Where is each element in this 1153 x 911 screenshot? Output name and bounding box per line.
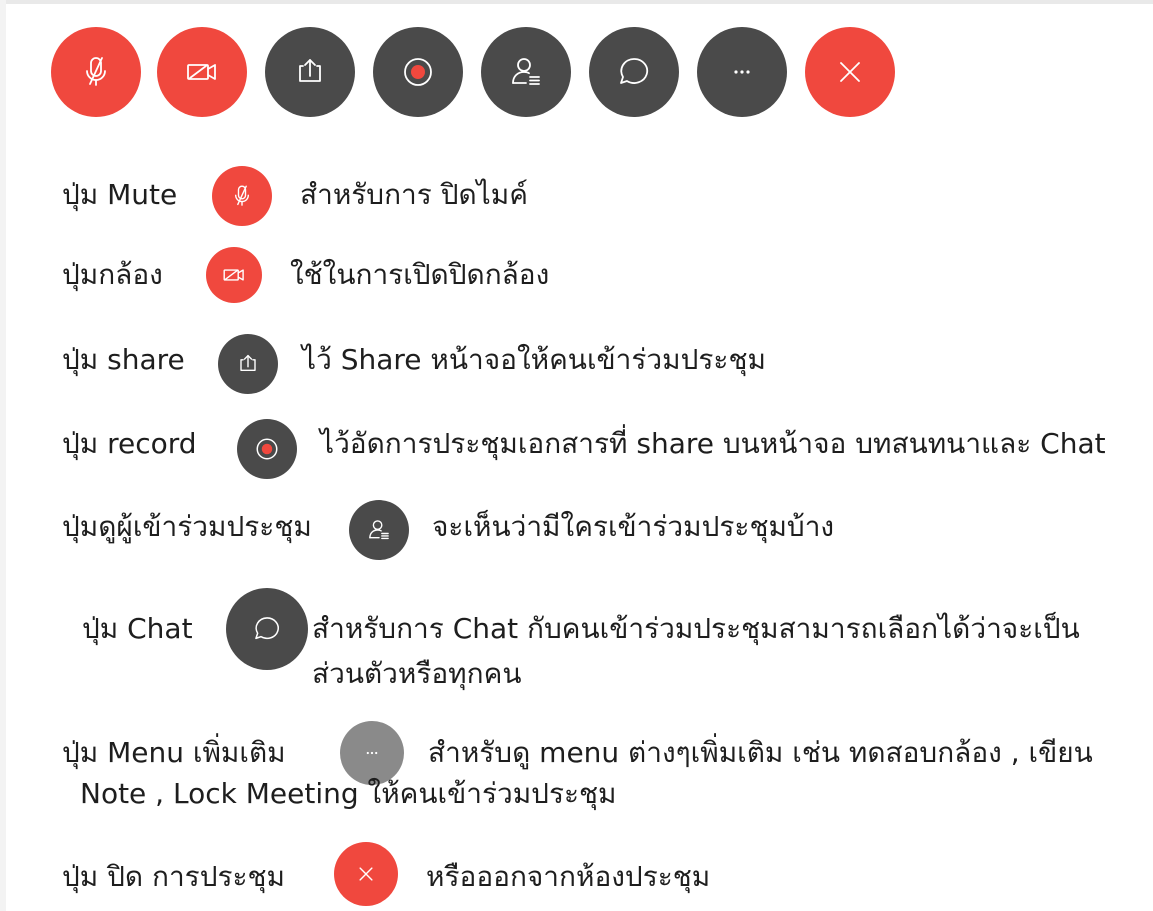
legend-label: ปุ่ม Mute xyxy=(62,178,178,211)
share-button[interactable] xyxy=(265,27,355,117)
participants-icon xyxy=(369,520,389,540)
legend-close-icon xyxy=(334,842,398,906)
legend-share-icon xyxy=(218,334,278,394)
close-icon xyxy=(359,867,373,881)
record-button[interactable] xyxy=(373,27,463,117)
share-icon xyxy=(240,354,256,371)
legend-desc: หรือออกจากห้องประชุม xyxy=(426,860,711,893)
record-icon xyxy=(404,58,432,86)
legend-label: ปุ่ม share xyxy=(62,343,185,376)
more-icon xyxy=(734,70,750,74)
more-button[interactable] xyxy=(697,27,787,117)
share-icon xyxy=(299,59,321,82)
legend-record-icon xyxy=(237,419,297,479)
participants-button[interactable] xyxy=(481,27,571,117)
legend-label: ปุ่ม Chat xyxy=(82,612,193,645)
legend-desc: ไว้อัดการประชุมเอกสารที่ share บนหน้าจอ … xyxy=(320,427,1106,460)
mic-off-icon xyxy=(86,57,106,86)
top-border xyxy=(0,0,1153,4)
chat-icon xyxy=(255,617,279,640)
chat-icon xyxy=(620,58,649,84)
legend-label: ปุ่ม record xyxy=(62,427,197,460)
end-meeting-button[interactable] xyxy=(805,27,895,117)
legend-more-icon xyxy=(340,721,404,785)
legend-desc: สำหรับการ ปิดไมค์ xyxy=(300,178,528,211)
legend-desc: จะเห็นว่ามีใครเข้าร่วมประชุมบ้าง xyxy=(432,510,835,543)
legend-label: ปุ่ม ปิด การประชุม xyxy=(62,860,286,893)
help-panel: ปุ่ม Mute สำหรับการ ปิดไมค์ ปุ่มกล้อง ใช… xyxy=(0,0,1153,911)
legend-chat-icon xyxy=(226,588,308,670)
record-icon xyxy=(256,438,278,460)
legend-desc: ใช้ในการเปิดปิดกล้อง xyxy=(290,258,550,291)
close-icon xyxy=(840,62,860,82)
left-border xyxy=(0,0,6,911)
legend-label: ปุ่มกล้อง xyxy=(62,258,163,291)
legend-desc: ไว้ Share หน้าจอให้คนเข้าร่วมประชุม xyxy=(302,343,766,376)
legend-label: ปุ่มดูผู้เข้าร่วมประชุม xyxy=(62,510,312,543)
more-icon xyxy=(366,751,378,755)
legend-camera-icon xyxy=(206,247,262,303)
mic-off-icon xyxy=(235,185,249,206)
mute-button[interactable] xyxy=(51,27,141,117)
camera-button[interactable] xyxy=(157,27,247,117)
camera-off-icon xyxy=(223,269,244,281)
legend-desc-line1: สำหรับดู menu ต่างๆเพิ่มเติม เช่น ทดสอบก… xyxy=(428,736,1093,769)
participants-icon xyxy=(512,58,540,85)
chat-button[interactable] xyxy=(589,27,679,117)
legend-label: ปุ่ม Menu เพิ่มเติม xyxy=(62,736,286,769)
legend-desc-line2: ส่วนตัวหรือทุกคน xyxy=(312,657,522,690)
legend-desc-line1: สำหรับการ Chat กับคนเข้าร่วมประชุมสามารถ… xyxy=(312,612,1080,645)
legend-mute-icon xyxy=(212,166,272,226)
legend-desc-line2: Note , Lock Meeting ให้คนเข้าร่วมประชุม xyxy=(80,777,617,810)
camera-off-icon xyxy=(187,64,216,80)
legend-participants-icon xyxy=(349,500,409,560)
